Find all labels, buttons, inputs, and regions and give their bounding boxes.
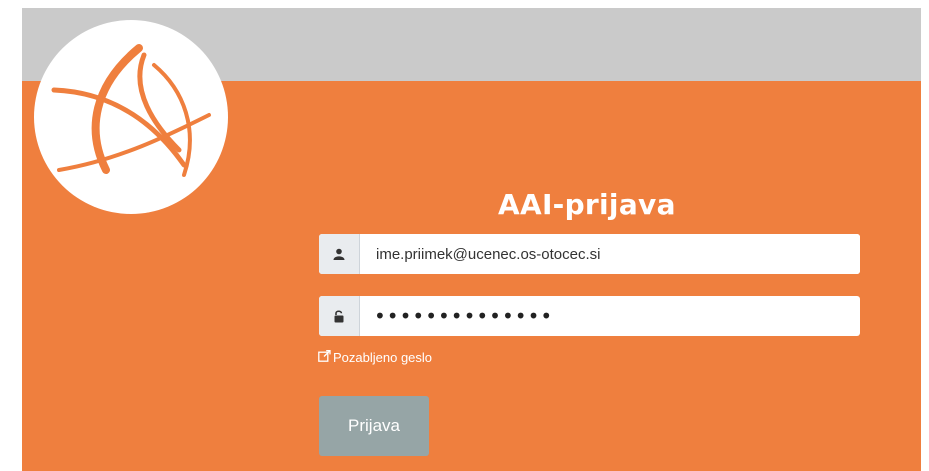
username-field bbox=[319, 234, 860, 274]
user-icon bbox=[319, 234, 360, 274]
unlock-icon bbox=[319, 296, 360, 336]
forgot-password-label: Pozabljeno geslo bbox=[333, 350, 433, 365]
page-title: AAI-prijava bbox=[498, 188, 676, 221]
password-input[interactable]: •••••••••••••• bbox=[360, 296, 860, 336]
password-field: •••••••••••••• bbox=[319, 296, 860, 336]
username-input[interactable] bbox=[360, 234, 860, 274]
login-button[interactable]: Prijava bbox=[319, 396, 429, 456]
page-frame: AAI-prijava •••••••••••••• Pozabljeno ge… bbox=[22, 8, 921, 471]
forgot-password-link[interactable]: Pozabljeno geslo bbox=[318, 349, 433, 365]
external-link-icon bbox=[318, 349, 333, 365]
logo-icon bbox=[34, 20, 228, 214]
